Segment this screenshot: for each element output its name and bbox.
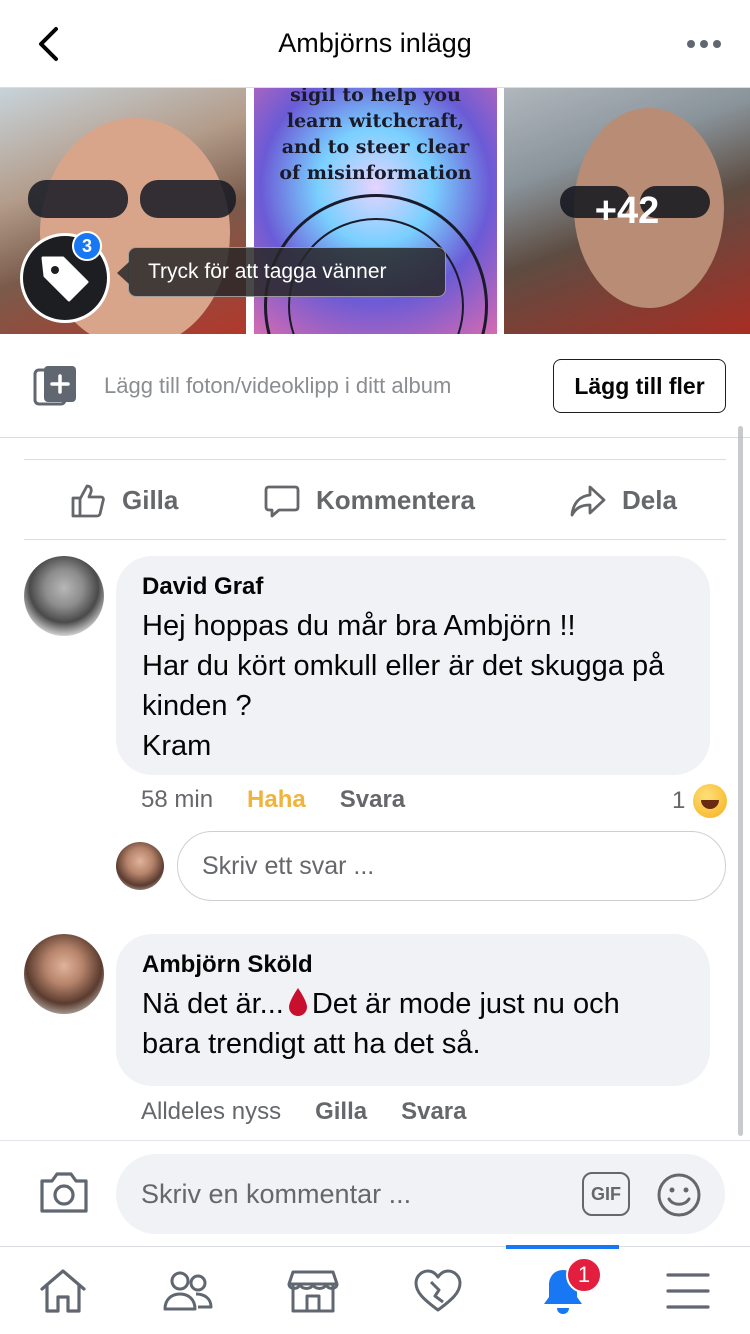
- notifications-badge: 1: [566, 1257, 602, 1293]
- share-icon: [570, 485, 606, 516]
- friends-icon: [163, 1271, 212, 1311]
- haha-reaction-button[interactable]: Haha: [247, 786, 306, 814]
- comment-author[interactable]: Ambjörn Sköld: [142, 950, 684, 980]
- nav-dating[interactable]: [375, 1247, 500, 1334]
- comment-icon: [264, 485, 300, 517]
- reaction-count: 1: [672, 787, 686, 814]
- add-photos-text[interactable]: Lägg till foton/videoklipp i ditt album: [104, 373, 451, 399]
- photo-strip: sigil to help you learn witchcraft, and …: [0, 88, 750, 334]
- reply-input[interactable]: Skriv ett svar ...: [177, 831, 726, 901]
- avatar: [116, 842, 164, 890]
- comment-button[interactable]: Kommentera: [264, 460, 475, 541]
- home-icon: [39, 1269, 86, 1313]
- avatar[interactable]: [24, 934, 104, 1014]
- comment-text: Hej hoppas du mår bra Ambjörn !! Har du …: [142, 610, 665, 762]
- add-photos-row: Lägg till foton/videoklipp i ditt album …: [0, 334, 750, 438]
- bottom-nav: 1: [0, 1245, 750, 1334]
- scrollbar[interactable]: [738, 426, 743, 1136]
- post-actions: Gilla Kommentera Dela: [24, 459, 726, 540]
- nav-marketplace[interactable]: [250, 1247, 375, 1334]
- more-horizontal-icon: [687, 40, 721, 48]
- comment-label: Kommentera: [316, 485, 475, 515]
- share-label: Dela: [622, 485, 677, 515]
- tag-tooltip[interactable]: Tryck för att tagga vänner: [117, 247, 446, 297]
- haha-emoji-icon: [693, 784, 728, 818]
- comment-meta: Alldeles nyss Gilla Svara: [141, 1098, 500, 1126]
- heart-icon: [414, 1269, 461, 1312]
- comment-text-part: Nä det är...: [142, 988, 284, 1020]
- active-tab-indicator: [506, 1245, 619, 1249]
- share-button[interactable]: Dela: [570, 460, 677, 541]
- nav-friends[interactable]: [125, 1247, 250, 1334]
- avatar[interactable]: [24, 556, 104, 636]
- blood-drop-icon: [288, 988, 307, 1016]
- photo-caption-text: sigil to help you learn witchcraft, and …: [254, 88, 497, 186]
- reaction-summary[interactable]: 1: [672, 784, 728, 818]
- gif-button[interactable]: GIF: [582, 1172, 630, 1216]
- add-more-button[interactable]: Lägg till fler: [553, 359, 726, 413]
- comment-time[interactable]: Alldeles nyss: [141, 1098, 281, 1126]
- like-label: Gilla: [122, 485, 179, 515]
- page-title: Ambjörns inlägg: [278, 28, 472, 58]
- like-comment-button[interactable]: Gilla: [315, 1098, 367, 1126]
- reply-button[interactable]: Svara: [401, 1098, 466, 1126]
- comment-author[interactable]: David Graf: [142, 572, 684, 602]
- tag-count-badge: 3: [72, 231, 102, 261]
- hamburger-menu-icon: [665, 1273, 710, 1309]
- emoji-picker-icon[interactable]: [656, 1172, 702, 1218]
- like-button[interactable]: Gilla: [70, 460, 178, 541]
- sunglasses-shape: [140, 180, 236, 218]
- nav-home[interactable]: [0, 1247, 125, 1334]
- comment-composer: Skriv en kommentar ... GIF: [0, 1140, 750, 1246]
- marketplace-icon: [287, 1270, 338, 1313]
- photo-2[interactable]: sigil to help you learn witchcraft, and …: [254, 88, 497, 334]
- comment-bubble[interactable]: David Graf Hej hoppas du mår bra Ambjörn…: [116, 556, 710, 775]
- add-photo-icon[interactable]: [32, 364, 80, 408]
- reply-button[interactable]: Svara: [340, 786, 405, 814]
- thumbs-up-icon: [71, 484, 105, 517]
- camera-icon[interactable]: [38, 1169, 90, 1215]
- comment-text: Nä det är... Det är mode just nu och bara…: [142, 984, 684, 1064]
- comment-bubble[interactable]: Ambjörn Sköld Nä det är... Det är mode ju…: [116, 934, 710, 1086]
- photo-overlay-text: sigil to help you learn witchcraft, and …: [279, 88, 472, 184]
- nav-menu[interactable]: [625, 1247, 750, 1334]
- comment-input[interactable]: Skriv en kommentar ...: [116, 1154, 725, 1234]
- nav-notifications[interactable]: [500, 1245, 625, 1334]
- sunglasses-shape: [28, 180, 128, 218]
- more-photos-count[interactable]: +42: [504, 88, 750, 334]
- header: Ambjörns inlägg: [0, 0, 750, 88]
- comment-meta: 58 min Haha Svara: [141, 786, 439, 814]
- comment-time[interactable]: 58 min: [141, 786, 213, 814]
- more-button[interactable]: [684, 30, 724, 58]
